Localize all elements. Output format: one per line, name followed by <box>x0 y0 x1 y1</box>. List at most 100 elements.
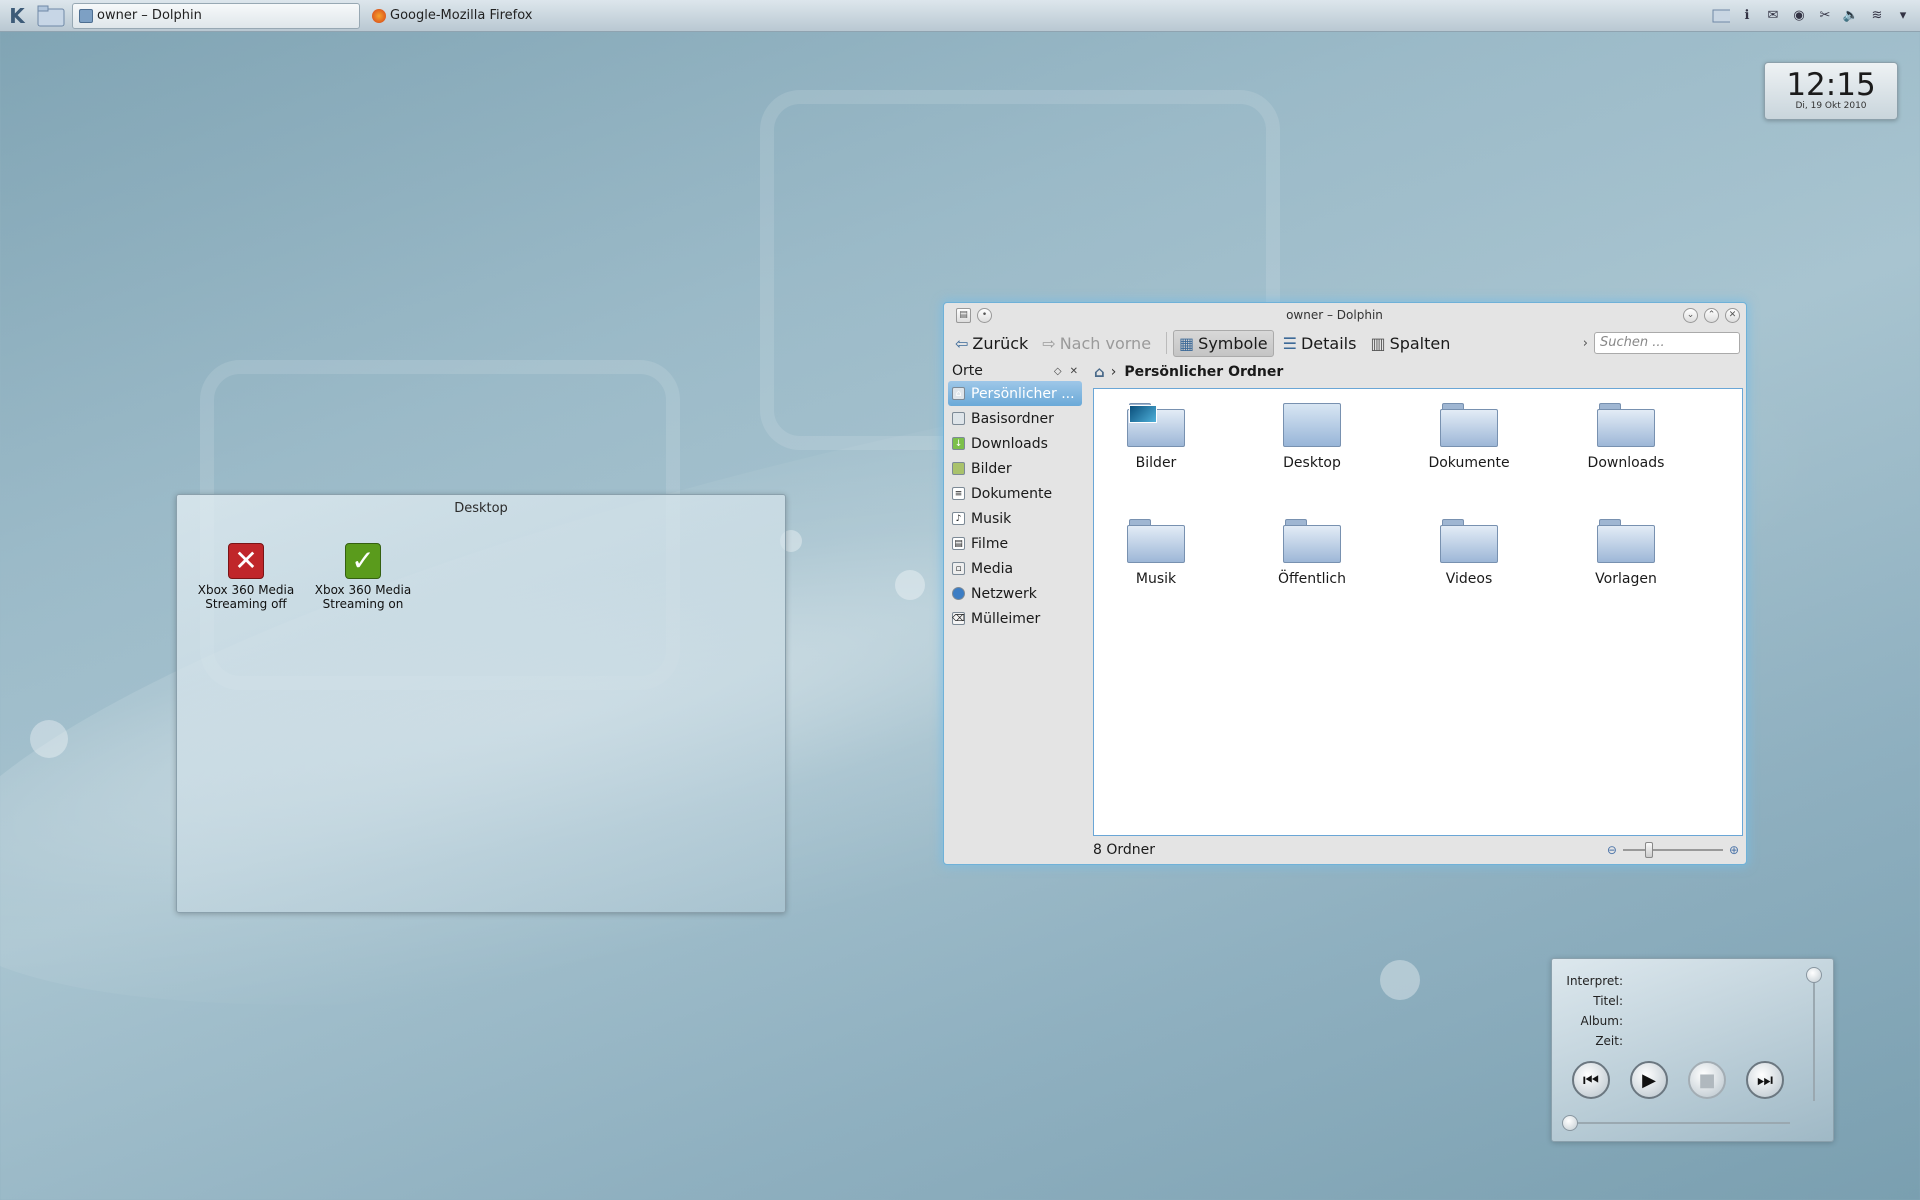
columns-view-label: Spalten <box>1389 333 1451 353</box>
mail-icon[interactable]: ✉ <box>1764 7 1782 25</box>
place-trash[interactable]: ⌫ Mülleimer <box>948 606 1082 631</box>
back-button[interactable]: ⇦ Zurück <box>950 331 1033 356</box>
folder-launcher-icon[interactable] <box>36 4 66 28</box>
folder-item[interactable]: Musik <box>1096 519 1216 587</box>
position-slider-handle[interactable] <box>1562 1115 1578 1131</box>
window-menu-icon[interactable]: ▤ <box>956 307 971 323</box>
folder-view-title: Desktop <box>454 501 508 516</box>
next-button[interactable]: ⏭ <box>1746 1061 1784 1099</box>
icon-label: Xbox 360 Media <box>314 583 412 597</box>
wifi-icon[interactable]: ≋ <box>1868 7 1886 25</box>
clock-date: Di, 19 Okt 2010 <box>1795 101 1867 111</box>
close-icon[interactable]: ✕ <box>1725 307 1740 323</box>
icons-view-button[interactable]: ▦ Symbole <box>1173 329 1274 357</box>
place-pictures[interactable]: Bilder <box>948 456 1082 481</box>
columns-view-button[interactable]: ▥ Spalten <box>1365 331 1455 356</box>
desktop-icon-streaming-off[interactable]: ✕ Xbox 360 Media Streaming off <box>191 543 301 611</box>
breadcrumb[interactable]: ⌂ › Persönlicher Ordner <box>1094 363 1283 381</box>
scissors-icon[interactable]: ✂ <box>1816 7 1834 25</box>
breadcrumb-current[interactable]: Persönlicher Ordner <box>1124 364 1283 380</box>
window-title: owner – Dolphin <box>1286 308 1383 322</box>
dolphin-window: ▤ • owner – Dolphin ⌄ ⌃ ✕ ⇦ Zurück ⇨ Nac… <box>943 302 1747 865</box>
place-root[interactable]: Basisordner <box>948 406 1082 431</box>
folder-item[interactable]: Bilder <box>1096 403 1216 471</box>
place-music[interactable]: ♪ Musik <box>948 506 1082 531</box>
taskbar: K owner – Dolphin Google-Mozilla Firefox… <box>0 0 1920 32</box>
position-slider[interactable] <box>1562 1115 1790 1131</box>
place-home[interactable]: ⌂ Persönlicher ... <box>948 381 1082 406</box>
downloads-icon: ↓ <box>952 437 965 450</box>
icon-label: Streaming off <box>205 597 287 611</box>
place-documents[interactable]: ≡ Dokumente <box>948 481 1082 506</box>
artist-label: Interpret: <box>1566 974 1623 988</box>
zoom-slider-handle[interactable] <box>1644 842 1653 858</box>
home-icon[interactable]: ⌂ <box>1094 363 1105 381</box>
place-label: Media <box>971 560 1014 577</box>
folder-icon <box>1440 403 1498 447</box>
network-globe-icon[interactable]: ◉ <box>1790 7 1808 25</box>
folder-item[interactable]: Desktop <box>1252 403 1372 471</box>
clock-widget[interactable]: 12:15 Di, 19 Okt 2010 <box>1764 62 1898 120</box>
volume-slider-handle[interactable] <box>1806 967 1822 983</box>
place-label: Downloads <box>971 435 1048 452</box>
media-player-widget: Interpret: Titel: Album: Zeit: ⏮ ▶ ■ ⏭ <box>1551 958 1834 1142</box>
pictures-folder-icon <box>1127 403 1185 447</box>
folder-item[interactable]: Videos <box>1409 519 1529 587</box>
details-view-icon: ☰ <box>1282 333 1297 353</box>
time-label: Zeit: <box>1595 1034 1623 1048</box>
home-icon: ⌂ <box>952 387 965 400</box>
tray-expand-icon[interactable]: ▾ <box>1894 7 1912 25</box>
folder-icon <box>1440 519 1498 563</box>
kde-menu-icon[interactable]: K <box>2 1 32 31</box>
volume-slider[interactable] <box>1806 967 1822 1101</box>
search-input[interactable]: Suchen ... <box>1594 332 1740 354</box>
desktop-icon-streaming-on[interactable]: ✓ Xbox 360 Media Streaming on <box>308 543 418 611</box>
task-dolphin[interactable]: owner – Dolphin <box>72 2 360 29</box>
folder-item[interactable]: Dokumente <box>1409 403 1529 471</box>
place-label: Basisordner <box>971 410 1054 427</box>
wallpaper-bubble <box>895 570 925 600</box>
place-videos[interactable]: ▤ Filme <box>948 531 1082 556</box>
forward-button[interactable]: ⇨ Nach vorne <box>1037 331 1156 356</box>
maximize-icon[interactable]: ⌃ <box>1704 307 1719 323</box>
folder-label: Videos <box>1445 571 1493 587</box>
play-icon: ▶ <box>1642 1069 1656 1091</box>
zoom-in-icon[interactable]: ⊕ <box>1729 843 1739 857</box>
place-network[interactable]: Netzwerk <box>948 581 1082 606</box>
panel-float-icon[interactable]: ◇ <box>1054 366 1062 377</box>
show-desktop-icon[interactable] <box>1712 7 1730 25</box>
keep-above-icon[interactable]: • <box>977 307 992 323</box>
green-check-icon: ✓ <box>345 543 381 579</box>
folder-item[interactable]: Downloads <box>1566 403 1686 471</box>
toolbar-more-icon[interactable]: › <box>1583 336 1588 351</box>
system-tray: ℹ ✉ ◉ ✂ 🔈 ≋ ▾ <box>1712 7 1912 25</box>
details-view-button[interactable]: ☰ Details <box>1278 331 1362 356</box>
zoom-out-icon[interactable]: ⊖ <box>1607 843 1617 857</box>
pictures-icon <box>952 462 965 475</box>
forward-label: Nach vorne <box>1059 333 1152 353</box>
dolphin-icon <box>79 8 93 23</box>
stop-icon: ■ <box>1698 1069 1716 1091</box>
play-button[interactable]: ▶ <box>1630 1061 1668 1099</box>
info-icon[interactable]: ℹ <box>1738 7 1756 25</box>
place-media[interactable]: ▫ Media <box>948 556 1082 581</box>
folder-icon <box>1597 519 1655 563</box>
folder-item[interactable]: Öffentlich <box>1252 519 1372 587</box>
window-titlebar[interactable]: ▤ • owner – Dolphin ⌄ ⌃ ✕ <box>944 303 1746 327</box>
zoom-slider[interactable] <box>1622 842 1723 858</box>
panel-close-icon[interactable]: ✕ <box>1070 366 1078 377</box>
places-header: Orte ◇ ✕ <box>948 361 1082 381</box>
folder-item[interactable]: Vorlagen <box>1566 519 1686 587</box>
task-firefox[interactable]: Google-Mozilla Firefox <box>366 3 616 29</box>
volume-icon[interactable]: 🔈 <box>1842 7 1860 25</box>
drive-icon: ▫ <box>952 562 965 575</box>
file-view[interactable]: Bilder Desktop Dokumente Downloads Musik… <box>1093 388 1743 836</box>
stop-button[interactable]: ■ <box>1688 1061 1726 1099</box>
minimize-icon[interactable]: ⌄ <box>1683 307 1698 323</box>
folder-label: Downloads <box>1587 455 1665 471</box>
previous-button[interactable]: ⏮ <box>1572 1061 1610 1099</box>
place-downloads[interactable]: ↓ Downloads <box>948 431 1082 456</box>
columns-view-icon: ▥ <box>1370 333 1386 353</box>
task-label: Google-Mozilla Firefox <box>390 8 533 23</box>
task-label: owner – Dolphin <box>97 8 202 23</box>
